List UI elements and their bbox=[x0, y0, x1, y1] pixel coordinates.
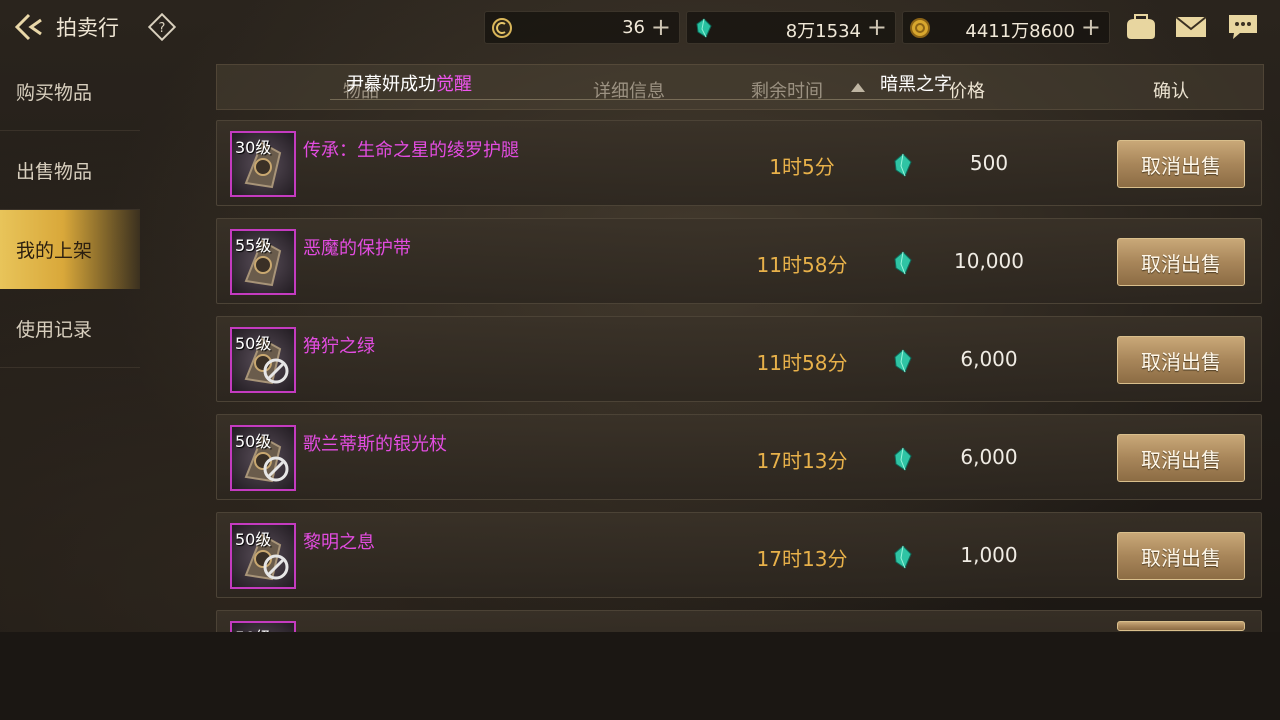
table-row[interactable]: 50级 黎明之息 17时13分 1,000 取消出售 bbox=[216, 512, 1262, 598]
item-level: 50级 bbox=[235, 624, 271, 632]
item-price: 6,000 bbox=[960, 347, 1018, 371]
sidebar-item-label: 使用记录 bbox=[16, 318, 93, 341]
gem-icon bbox=[894, 153, 912, 177]
add-gem-button[interactable]: + bbox=[867, 14, 887, 40]
item-slot[interactable]: 50级 bbox=[230, 621, 296, 632]
gem-value: 8万1534 bbox=[785, 21, 861, 42]
item-slot[interactable]: 50级 bbox=[230, 327, 296, 393]
untradeable-icon bbox=[263, 554, 289, 580]
item-name: 恶魔的保护带 bbox=[303, 238, 411, 259]
item-level: 30级 bbox=[235, 138, 272, 157]
item-price: 500 bbox=[969, 151, 1009, 175]
sidebar-item-history[interactable]: 使用记录 bbox=[0, 289, 140, 368]
bottom-area bbox=[0, 632, 1280, 720]
back-button[interactable] bbox=[10, 10, 46, 44]
chat-button[interactable] bbox=[1226, 11, 1260, 43]
notice-message: 尹慕妍成功觉醒 bbox=[346, 74, 472, 95]
item-slot[interactable]: 50级 bbox=[230, 425, 296, 491]
cancel-sale-button[interactable]: 取消出售 bbox=[1117, 238, 1245, 286]
sidebar-item-label: 出售物品 bbox=[16, 160, 93, 183]
cancel-sale-button[interactable]: 取消出售 bbox=[1117, 434, 1245, 482]
gem-icon bbox=[894, 251, 912, 275]
broadcast-notice: 尹慕妍成功觉醒 暗黑之字 bbox=[330, 66, 960, 100]
add-dark-coin-button[interactable]: + bbox=[651, 14, 671, 40]
table-row[interactable]: 30级 传承：生命之星的绫罗护腿 1时5分 500 取消出售 bbox=[216, 120, 1262, 206]
item-level: 50级 bbox=[235, 432, 272, 451]
gold-value: 4411万8600 bbox=[965, 21, 1075, 42]
currency-gem: 8万1534 + bbox=[686, 11, 896, 44]
svg-text:?: ? bbox=[159, 21, 166, 36]
item-slot[interactable]: 30级 bbox=[230, 131, 296, 197]
item-slot[interactable]: 55级 bbox=[230, 229, 296, 295]
mail-icon bbox=[1175, 16, 1207, 37]
cancel-sale-button[interactable]: 取消出售 bbox=[1117, 336, 1245, 384]
currency-dark-coin: 36 + bbox=[484, 11, 680, 44]
gold-coin-icon bbox=[910, 18, 930, 38]
chat-icon bbox=[1229, 15, 1257, 39]
remaining-time: 1时5分 bbox=[769, 155, 835, 179]
item-name: 狰狞之绿 bbox=[303, 336, 375, 357]
item-slot[interactable]: 50级 bbox=[230, 523, 296, 589]
untradeable-icon bbox=[263, 456, 289, 482]
mail-button[interactable] bbox=[1174, 11, 1208, 43]
sidebar-item-my-listings[interactable]: 我的上架 bbox=[0, 210, 140, 289]
table-row[interactable]: 55级 恶魔的保护带 11时58分 10,000 取消出售 bbox=[216, 218, 1262, 304]
item-level: 50级 bbox=[235, 334, 272, 353]
bag-button[interactable] bbox=[1124, 11, 1158, 43]
sidebar-item-sell[interactable]: 出售物品 bbox=[0, 131, 140, 210]
remaining-time: 17时13分 bbox=[756, 547, 848, 571]
table-row[interactable]: 50级 bbox=[216, 610, 1262, 632]
item-level: 50级 bbox=[235, 530, 272, 549]
gem-icon bbox=[894, 447, 912, 471]
page-title: 拍卖行 bbox=[56, 16, 119, 40]
back-arrow-icon bbox=[14, 13, 42, 41]
item-price: 1,000 bbox=[960, 543, 1018, 567]
cancel-sale-button[interactable]: 取消出售 bbox=[1117, 140, 1245, 188]
item-name: 歌兰蒂斯的银光杖 bbox=[303, 434, 447, 455]
notice-tail: 暗黑之字 bbox=[880, 74, 952, 95]
bag-icon bbox=[1127, 14, 1155, 39]
item-name: 黎明之息 bbox=[303, 532, 375, 553]
sidebar-item-label: 购买物品 bbox=[16, 81, 93, 104]
item-price: 6,000 bbox=[960, 445, 1018, 469]
remaining-time: 11时58分 bbox=[756, 351, 848, 375]
item-price: 10,000 bbox=[954, 249, 1024, 273]
sidebar-item-buy[interactable]: 购买物品 bbox=[0, 52, 140, 131]
listings-list[interactable]: 30级 传承：生命之星的绫罗护腿 1时5分 500 取消出售 55级 恶魔的保护带 11时58… bbox=[216, 120, 1264, 632]
cancel-sale-button[interactable]: 取消出售 bbox=[1117, 532, 1245, 580]
item-level: 55级 bbox=[235, 236, 272, 255]
top-bar: 拍卖行 ? 36 + 8万1534 + 4411万8600 + bbox=[0, 0, 1280, 56]
untradeable-icon bbox=[263, 358, 289, 384]
help-icon: ? bbox=[147, 12, 177, 42]
help-button[interactable]: ? bbox=[147, 12, 177, 42]
add-gold-button[interactable]: + bbox=[1081, 14, 1101, 40]
table-row[interactable]: 50级 歌兰蒂斯的银光杖 17时13分 6,000 取消出售 bbox=[216, 414, 1262, 500]
sidebar: 购买物品 出售物品 我的上架 使用记录 bbox=[0, 52, 140, 368]
table-row[interactable]: 50级 狰狞之绿 11时58分 6,000 取消出售 bbox=[216, 316, 1262, 402]
item-name: 传承：生命之星的绫罗护腿 bbox=[303, 140, 519, 161]
column-confirm: 确认 bbox=[1153, 81, 1189, 102]
cancel-sale-button[interactable] bbox=[1117, 621, 1245, 631]
remaining-time: 11时58分 bbox=[756, 253, 848, 277]
gem-icon bbox=[894, 349, 912, 373]
dark-coin-value: 36 bbox=[622, 17, 645, 38]
currency-gold: 4411万8600 + bbox=[902, 11, 1110, 44]
gem-icon bbox=[894, 545, 912, 569]
gem-icon bbox=[696, 18, 712, 38]
dark-coin-icon bbox=[492, 18, 512, 38]
sidebar-item-label: 我的上架 bbox=[16, 240, 93, 262]
remaining-time: 17时13分 bbox=[756, 449, 848, 473]
